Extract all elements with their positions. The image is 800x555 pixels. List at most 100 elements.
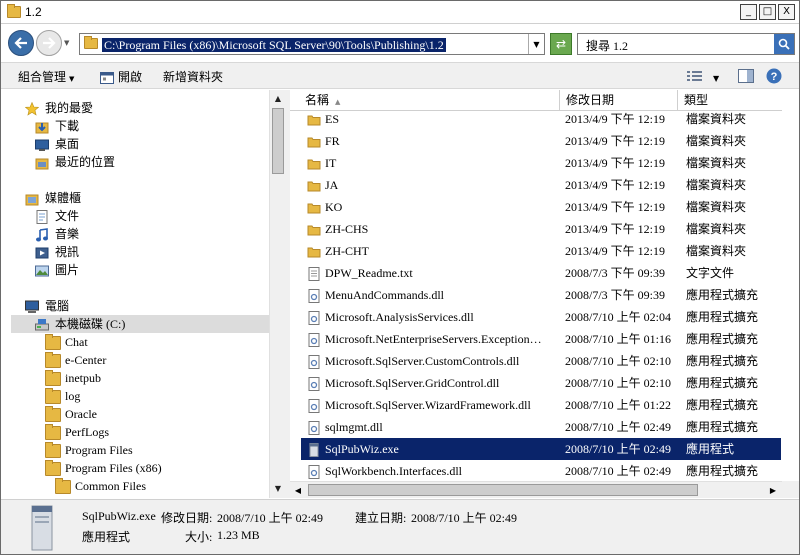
- file-row[interactable]: ZH-CHT 2013/4/9 下午 12:19 檔案資料夾: [301, 240, 781, 262]
- nav-folder-program-files-x86[interactable]: Program Files (x86): [45, 459, 162, 477]
- file-date: 2008/7/3 下午 09:39: [565, 266, 666, 280]
- nav-folder-perflogs[interactable]: PerfLogs: [45, 423, 109, 441]
- file-type: 應用程式擴充: [686, 464, 759, 478]
- file-name: Microsoft.NetEnterpriseServers.Exception…: [325, 332, 551, 346]
- nav-item-music[interactable]: 音樂: [35, 225, 79, 243]
- file-date: 2013/4/9 下午 12:19: [565, 178, 666, 192]
- nav-item-desktop[interactable]: 桌面: [35, 135, 79, 153]
- scroll-right-icon[interactable]: ▶: [765, 482, 781, 498]
- file-type: 應用程式擴充: [686, 332, 759, 346]
- file-name: Microsoft.SqlServer.GridControl.dll: [325, 376, 500, 390]
- file-row[interactable]: SqlWorkbench.Interfaces.dll 2008/7/10 上午 …: [301, 460, 781, 482]
- nav-item-pictures[interactable]: 圖片: [35, 261, 79, 279]
- file-date: 2008/7/10 上午 01:16: [565, 332, 672, 346]
- file-row[interactable]: ZH-CHS 2013/4/9 下午 12:19 檔案資料夾: [301, 218, 781, 240]
- view-dropdown-icon[interactable]: ▼: [713, 70, 719, 85]
- scroll-up-icon[interactable]: ▲: [270, 90, 286, 107]
- file-row[interactable]: MenuAndCommands.dll 2008/7/3 下午 09:39 應用程式…: [301, 284, 781, 306]
- back-arrow-icon: [14, 37, 27, 49]
- nav-folder-common-files[interactable]: Common Files: [55, 477, 146, 495]
- nav-folder-e-center[interactable]: e-Center: [45, 351, 106, 369]
- scroll-thumb[interactable]: [272, 108, 284, 174]
- organize-button[interactable]: 組合管理 ▼: [18, 68, 74, 85]
- file-type: 應用程式擴充: [686, 420, 759, 434]
- folder-icon: [307, 156, 321, 170]
- libraries-icon: [25, 192, 41, 206]
- nav-folder-inetpub[interactable]: inetpub: [45, 369, 101, 387]
- view-options-button[interactable]: [687, 70, 703, 86]
- address-path[interactable]: C:\Program Files (x86)\Microsoft SQL Ser…: [102, 38, 446, 52]
- file-row[interactable]: Microsoft.SqlServer.CustomControls.dll 20…: [301, 350, 781, 372]
- picture-icon: [35, 264, 51, 278]
- address-bar[interactable]: C:\Program Files (x86)\Microsoft SQL Ser…: [79, 33, 545, 55]
- nav-item-videos[interactable]: 視訊: [35, 243, 79, 261]
- nav-libraries[interactable]: 媒體櫃: [25, 189, 81, 207]
- horizontal-scroll-thumb[interactable]: [308, 484, 698, 496]
- title-bar[interactable]: 1.2 _ □ X: [1, 1, 799, 24]
- file-date: 2013/4/9 下午 12:19: [565, 156, 666, 170]
- file-type: 應用程式擴充: [686, 310, 759, 324]
- search-input[interactable]: 搜尋 1.2: [586, 37, 628, 54]
- nav-item-local-disk-c[interactable]: 本機磁碟 (C:): [11, 315, 269, 333]
- file-row[interactable]: JA 2013/4/9 下午 12:19 檔案資料夾: [301, 174, 781, 196]
- address-dropdown-icon[interactable]: ▼: [528, 34, 544, 54]
- file-row[interactable]: DPW_Readme.txt 2008/7/3 下午 09:39 文字文件: [301, 262, 781, 284]
- back-button[interactable]: [8, 30, 34, 56]
- nav-folder-chat[interactable]: Chat: [45, 333, 88, 351]
- file-row[interactable]: Microsoft.AnalysisServices.dll 2008/7/10 …: [301, 306, 781, 328]
- file-type: 檔案資料夾: [686, 200, 747, 214]
- help-button[interactable]: ?: [766, 68, 782, 88]
- file-row[interactable]: KO 2013/4/9 下午 12:19 檔案資料夾: [301, 196, 781, 218]
- details-modified-label: 修改日期:: [161, 511, 213, 525]
- maximize-button[interactable]: □: [759, 4, 776, 20]
- details-pane: SqlPubWiz.exe 修改日期: 2008/7/10 上午 02:49 建…: [1, 499, 799, 554]
- nav-scrollbar[interactable]: ▲ ▼: [269, 90, 286, 498]
- folder-icon: [307, 178, 321, 192]
- file-date: 2008/7/10 上午 02:04: [565, 310, 672, 324]
- nav-folder-log[interactable]: log: [45, 387, 80, 405]
- nav-computer[interactable]: 電腦: [25, 297, 69, 315]
- close-button[interactable]: X: [778, 4, 795, 20]
- file-row[interactable]: FR 2013/4/9 下午 12:19 檔案資料夾: [301, 130, 781, 152]
- file-row[interactable]: Microsoft.NetEnterpriseServers.Exception…: [301, 328, 781, 350]
- scroll-down-icon[interactable]: ▼: [270, 480, 286, 497]
- dll-file-icon: [307, 332, 321, 347]
- nav-item-recent-places[interactable]: 最近的位置: [35, 153, 115, 171]
- address-row: ▼ C:\Program Files (x86)\Microsoft SQL S…: [1, 25, 799, 61]
- details-created-label: 建立日期:: [355, 511, 407, 525]
- file-name: SqlPubWiz.exe: [325, 442, 399, 456]
- video-icon: [35, 246, 51, 260]
- document-icon: [35, 210, 51, 225]
- search-box[interactable]: 搜尋 1.2: [577, 33, 795, 55]
- file-row[interactable]: ES 2013/4/9 下午 12:19 檔案資料夾: [301, 108, 781, 130]
- minimize-button[interactable]: _: [740, 4, 757, 20]
- folder-icon: [45, 460, 61, 477]
- file-row[interactable]: sqlmgmt.dll 2008/7/10 上午 02:49 應用程式擴充: [301, 416, 781, 438]
- file-row[interactable]: SqlPubWiz.exe 2008/7/10 上午 02:49 應用程式: [301, 438, 781, 460]
- file-row[interactable]: IT 2013/4/9 下午 12:19 檔案資料夾: [301, 152, 781, 174]
- nav-favorites[interactable]: 我的最愛: [24, 99, 93, 117]
- scroll-left-icon[interactable]: ◀: [290, 482, 306, 498]
- exe-file-icon: [307, 442, 321, 457]
- history-dropdown-icon[interactable]: ▼: [64, 39, 69, 47]
- file-date: 2008/7/10 上午 01:22: [565, 398, 672, 412]
- file-name: FR: [325, 134, 340, 148]
- file-date: 2008/7/3 下午 09:39: [565, 288, 666, 302]
- nav-folder-program-files[interactable]: Program Files: [45, 441, 133, 459]
- refresh-button[interactable]: ⇄: [550, 33, 572, 55]
- open-button[interactable]: 開啟: [100, 68, 142, 85]
- downloads-folder-icon: [35, 120, 51, 134]
- horizontal-scrollbar[interactable]: ◀ ▶: [290, 481, 782, 498]
- nav-item-downloads[interactable]: 下載: [35, 117, 79, 135]
- new-folder-button[interactable]: 新增資料夾: [163, 68, 223, 85]
- folder-icon: [45, 424, 61, 441]
- folder-icon: [45, 334, 61, 351]
- nav-folder-oracle[interactable]: Oracle: [45, 405, 97, 423]
- forward-button[interactable]: [36, 30, 62, 56]
- preview-pane-button[interactable]: [738, 69, 754, 87]
- search-button[interactable]: [774, 34, 794, 54]
- file-row[interactable]: Microsoft.SqlServer.WizardFramework.dll 2…: [301, 394, 781, 416]
- file-row[interactable]: Microsoft.SqlServer.GridControl.dll 2008/…: [301, 372, 781, 394]
- application-icon: [100, 72, 114, 85]
- nav-item-documents[interactable]: 文件: [35, 207, 79, 225]
